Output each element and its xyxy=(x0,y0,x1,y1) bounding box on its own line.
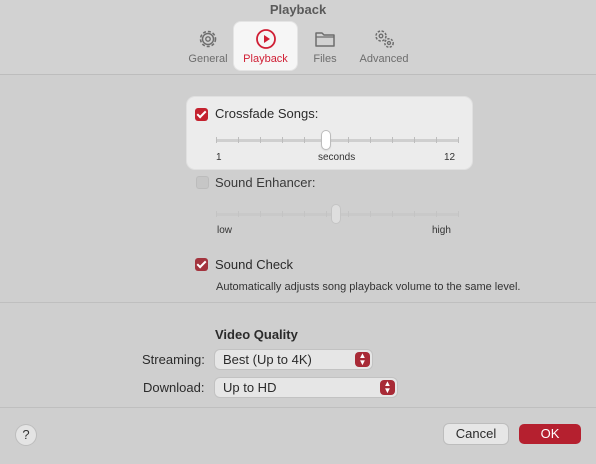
slider-tick xyxy=(282,137,283,143)
sound-enhancer-slider-knob[interactable] xyxy=(332,205,340,223)
slider-tick xyxy=(216,137,217,143)
slider-tick xyxy=(260,211,261,217)
slider-tick xyxy=(458,211,459,217)
slider-tick xyxy=(436,137,437,143)
download-value: Up to HD xyxy=(223,380,277,395)
slider-tick xyxy=(238,211,239,217)
tab-advanced-label: Advanced xyxy=(359,53,409,65)
slider-tick xyxy=(260,137,261,143)
tab-general-label: General xyxy=(188,53,228,65)
chevron-updown-icon: ▲ ▼ xyxy=(355,352,370,367)
slider-tick xyxy=(216,211,217,217)
ok-button[interactable]: OK xyxy=(519,424,581,444)
slider-tick xyxy=(370,211,371,217)
slider-tick xyxy=(370,137,371,143)
crossfade-label: Crossfade Songs: xyxy=(215,106,319,121)
download-select[interactable]: Up to HD ▲ ▼ xyxy=(215,378,397,397)
streaming-select[interactable]: Best (Up to 4K) ▲ ▼ xyxy=(215,350,372,369)
sound-enhancer-max-label: high xyxy=(432,225,451,236)
slider-tick xyxy=(392,211,393,217)
folder-icon xyxy=(315,32,335,47)
sound-check-checkbox[interactable] xyxy=(195,258,208,271)
sound-check-label: Sound Check xyxy=(215,257,294,272)
video-quality-heading: Video Quality xyxy=(215,327,298,342)
tab-playback-label: Playback xyxy=(243,53,288,65)
cancel-button[interactable]: Cancel xyxy=(444,424,508,444)
tab-advanced[interactable]: Advanced xyxy=(354,22,414,70)
chevron-updown-icon: ▲ ▼ xyxy=(380,380,395,395)
sound-check-description: Automatically adjusts song playback volu… xyxy=(216,281,521,293)
slider-tick xyxy=(392,137,393,143)
play-circle-icon xyxy=(255,29,276,49)
crossfade-checkbox[interactable] xyxy=(195,108,208,121)
crossfade-max-label: 12 xyxy=(444,152,456,163)
tab-files[interactable]: Files xyxy=(295,22,355,70)
sound-enhancer-min-label: low xyxy=(217,225,233,236)
slider-tick xyxy=(414,137,415,143)
help-button[interactable]: ? xyxy=(16,425,36,445)
slider-tick xyxy=(282,211,283,217)
gears-icon xyxy=(375,30,394,48)
gear-icon xyxy=(199,30,217,48)
window-title: Playback xyxy=(269,2,327,17)
streaming-value: Best (Up to 4K) xyxy=(223,352,312,367)
tab-playback[interactable]: Playback xyxy=(234,22,297,70)
slider-tick xyxy=(348,137,349,143)
slider-tick xyxy=(436,211,437,217)
slider-tick xyxy=(458,137,459,143)
slider-tick xyxy=(238,137,239,143)
footer-divider xyxy=(0,407,596,408)
slider-tick xyxy=(414,211,415,217)
slider-tick xyxy=(304,211,305,217)
tab-files-label: Files xyxy=(313,53,337,65)
download-label: Download: xyxy=(143,380,205,395)
crossfade-min-label: 1 xyxy=(216,152,222,163)
crossfade-slider-track xyxy=(216,139,459,142)
sound-enhancer-checkbox[interactable] xyxy=(196,176,209,189)
streaming-label: Streaming: xyxy=(142,352,205,367)
crossfade-unit-label: seconds xyxy=(318,152,356,163)
slider-tick xyxy=(348,211,349,217)
section-divider xyxy=(0,302,596,303)
toolbar: Playback General Playback Files Advanced xyxy=(0,0,596,75)
slider-tick xyxy=(304,137,305,143)
sound-enhancer-label: Sound Enhancer: xyxy=(215,175,316,190)
crossfade-slider-knob[interactable] xyxy=(322,131,330,149)
slider-tick xyxy=(326,211,327,217)
tab-general[interactable]: General xyxy=(178,22,238,70)
